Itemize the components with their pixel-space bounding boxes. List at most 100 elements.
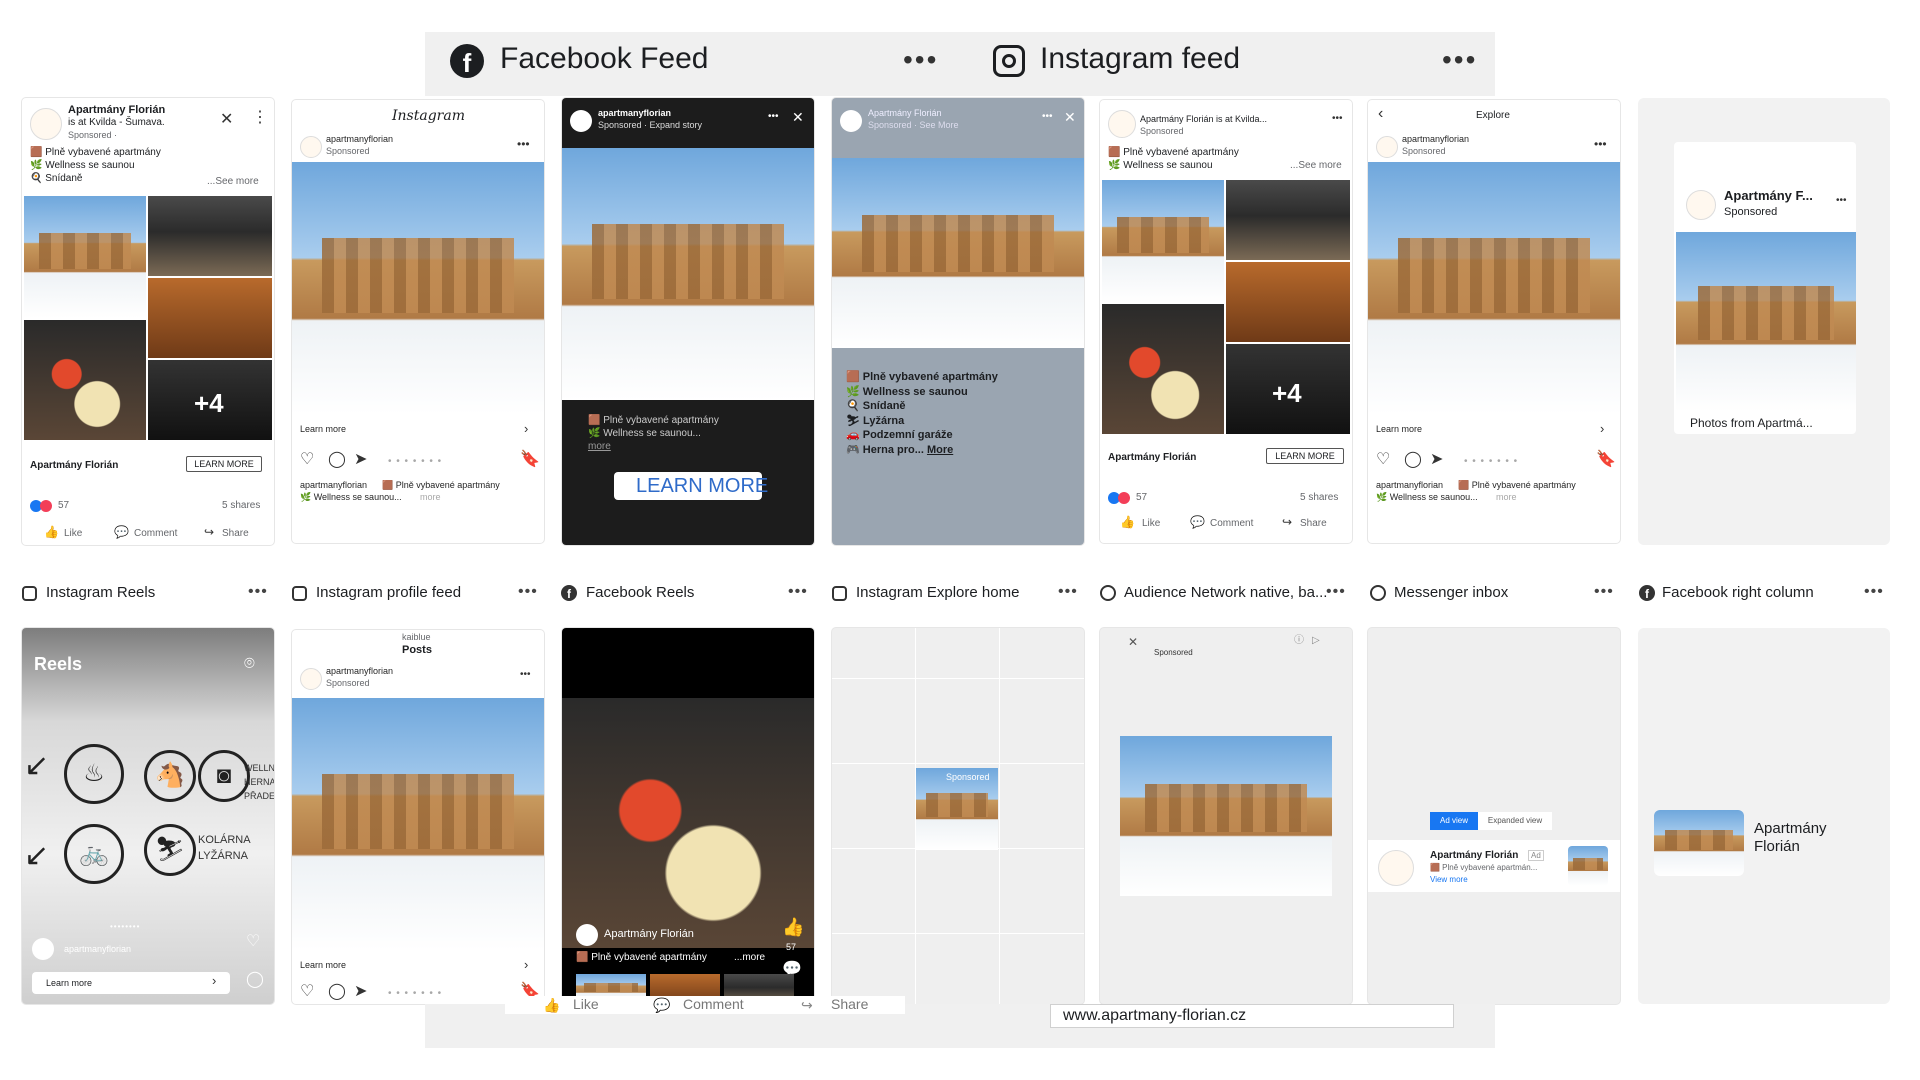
learn-more-button[interactable]: LEARN MORE (186, 456, 262, 472)
back-arrow-icon[interactable]: ‹ (1378, 106, 1383, 122)
share-button[interactable]: Share (831, 996, 868, 1012)
instagram-explore-preview[interactable]: ‹ Explore apartmanyflorian Sponsored •••… (1368, 100, 1620, 543)
instagram-stories-preview[interactable]: Apartmány Florián Sponsored · See More •… (832, 98, 1084, 545)
learn-more-button[interactable]: LEARN MORE (1266, 448, 1344, 464)
messenger-more-button[interactable]: ••• (1594, 583, 1614, 601)
close-icon[interactable]: ✕ (1064, 110, 1076, 124)
instagram-profile-more-button[interactable]: ••• (518, 583, 538, 601)
comment-icon[interactable]: ◯ (328, 452, 346, 468)
comment-icon[interactable]: 💬 (1190, 516, 1205, 528)
more-icon[interactable]: ••• (1332, 114, 1343, 124)
instagram-explore-home-preview[interactable]: Sponsored (832, 628, 1084, 1004)
like-button[interactable]: Like (1142, 518, 1160, 529)
facebook-stories-preview[interactable]: apartmanyflorian Sponsored · Expand stor… (562, 98, 814, 545)
facebook-right-column-preview[interactable]: Apartmány Florián (1638, 628, 1890, 1004)
more-icon[interactable]: ••• (1594, 138, 1607, 150)
instagram-feed-more-button[interactable]: ••• (1442, 44, 1477, 76)
comment-button[interactable]: Comment (1210, 518, 1253, 529)
more-link[interactable]: more (420, 492, 441, 502)
adchoices-icon[interactable]: ▷ (1312, 636, 1320, 646)
share-button[interactable]: Share (222, 528, 249, 539)
messenger-inbox-preview[interactable]: Ad view Expanded view Apartmány Florián … (1368, 628, 1620, 1004)
learn-more-link[interactable]: Learn more (300, 960, 346, 970)
share-icon[interactable]: ↪ (801, 998, 813, 1012)
facebook-feed-preview-2[interactable]: Apartmány Florián is at Kvilda... Sponso… (1100, 100, 1352, 543)
ad-title[interactable]: Apartmány (1754, 820, 1827, 837)
comment-icon[interactable]: 💬 (114, 526, 129, 538)
share-icon[interactable]: ↪ (204, 526, 214, 538)
comment-icon[interactable]: 💬 (653, 998, 670, 1012)
comment-icon[interactable]: ◯ (1404, 452, 1422, 468)
instagram-profile-feed-preview[interactable]: kaiblue Posts apartmanyflorian Sponsored… (292, 630, 544, 1004)
audience-network-more-button[interactable]: ••• (1326, 583, 1346, 601)
like-icon[interactable]: 👍 (543, 998, 560, 1012)
facebook-right-more-button[interactable]: ••• (1864, 583, 1884, 601)
close-icon[interactable]: ✕ (220, 112, 233, 128)
more-link[interactable]: More (927, 444, 953, 456)
more-icon[interactable]: ••• (1042, 112, 1053, 122)
learn-more-label[interactable]: LEARN MORE (636, 475, 768, 498)
view-more-link[interactable]: View more (1430, 875, 1468, 884)
facebook-reels-preview[interactable]: Apartmány Florián 🟫 Plně vybavené apartm… (562, 628, 814, 1004)
share-icon[interactable]: ↪ (1282, 516, 1292, 528)
comment-icon[interactable]: ◯ (246, 972, 264, 988)
bookmark-icon[interactable]: 🔖 (520, 452, 540, 468)
like-button[interactable]: Like (64, 528, 82, 539)
more-icon[interactable]: ••• (1836, 196, 1847, 206)
comment-button[interactable]: Comment (134, 528, 177, 539)
chevron-right-icon[interactable]: › (1600, 422, 1604, 435)
bookmark-icon[interactable]: 🔖 (1596, 452, 1616, 468)
like-icon[interactable]: 👍 (44, 526, 59, 538)
close-icon[interactable]: ✕ (1128, 636, 1138, 648)
facebook-marketplace-preview[interactable]: Apartmány F... Sponsored ••• Photos from… (1638, 98, 1890, 545)
more-icon[interactable]: ••• (520, 670, 531, 680)
website-url[interactable]: www.apartmany-florian.cz (1050, 1004, 1454, 1028)
chevron-right-icon[interactable]: › (524, 958, 528, 971)
learn-more-label[interactable]: Learn more (46, 978, 92, 988)
heart-icon[interactable]: ♡ (1376, 452, 1390, 468)
chevron-right-icon[interactable]: › (524, 422, 528, 435)
chevron-right-icon[interactable]: › (212, 974, 216, 987)
send-icon[interactable]: ➤ (354, 984, 367, 1000)
heart-icon[interactable]: ♡ (300, 452, 314, 468)
instagram-reels-preview[interactable]: Reels ⌾ ♨ 🐴 ◙ 🚲 ⛷ WELLNE HERNA PŘADEL KO… (22, 628, 274, 1004)
more-link[interactable]: ...more (734, 952, 765, 963)
send-icon[interactable]: ➤ (354, 452, 367, 468)
see-more-link[interactable]: ...See more (1290, 160, 1342, 171)
comment-button[interactable]: Comment (683, 996, 744, 1012)
account-name[interactable]: apartmanyflorian (1402, 134, 1469, 144)
see-more-link[interactable]: ...See more (207, 176, 259, 187)
more-vertical-icon[interactable]: ⋮ (252, 110, 268, 126)
like-icon[interactable]: 👍 (1120, 516, 1135, 528)
facebook-feed-preview[interactable]: Apartmány Florián is at Kvilda - Šumava.… (22, 98, 274, 545)
learn-more-link[interactable]: Learn more (300, 424, 346, 434)
expanded-view-tab[interactable]: Expanded view (1478, 812, 1552, 830)
info-icon[interactable]: ⓘ (1294, 636, 1304, 646)
instagram-explore-more-button[interactable]: ••• (1058, 583, 1078, 601)
comment-icon[interactable]: ◯ (328, 984, 346, 1000)
page-name[interactable]: Apartmány F... (1724, 188, 1813, 203)
page-name[interactable]: Apartmány Florián (68, 104, 165, 116)
more-link[interactable]: more (588, 440, 719, 453)
heart-icon[interactable]: ♡ (300, 984, 314, 1000)
close-icon[interactable]: ✕ (792, 110, 804, 124)
ad-title-2[interactable]: Florián (1754, 838, 1800, 855)
more-icon[interactable]: ••• (517, 138, 530, 150)
ad-view-tab[interactable]: Ad view (1430, 812, 1478, 830)
facebook-reels-more-button[interactable]: ••• (788, 583, 808, 601)
send-icon[interactable]: ➤ (1430, 452, 1443, 468)
like-icon[interactable]: 👍 (782, 918, 804, 936)
audience-network-preview[interactable]: ✕ ⓘ ▷ Sponsored (1100, 628, 1352, 1004)
account-name[interactable]: apartmanyflorian (326, 134, 393, 144)
account-name[interactable]: apartmanyflorian (326, 666, 393, 676)
more-link[interactable]: more (1496, 492, 1517, 502)
instagram-feed-preview[interactable]: Instagram apartmanyflorian Sponsored •••… (292, 100, 544, 543)
facebook-feed-more-button[interactable]: ••• (903, 44, 938, 76)
instagram-reels-more-button[interactable]: ••• (248, 583, 268, 601)
share-button[interactable]: Share (1300, 518, 1327, 529)
page-title[interactable]: Apartmány Florián is at Kvilda... (1140, 114, 1267, 124)
more-icon[interactable]: ••• (768, 112, 779, 122)
heart-icon[interactable]: ♡ (246, 934, 260, 950)
learn-more-link[interactable]: Learn more (1376, 424, 1422, 434)
camera-icon[interactable]: ⌾ (244, 654, 255, 672)
